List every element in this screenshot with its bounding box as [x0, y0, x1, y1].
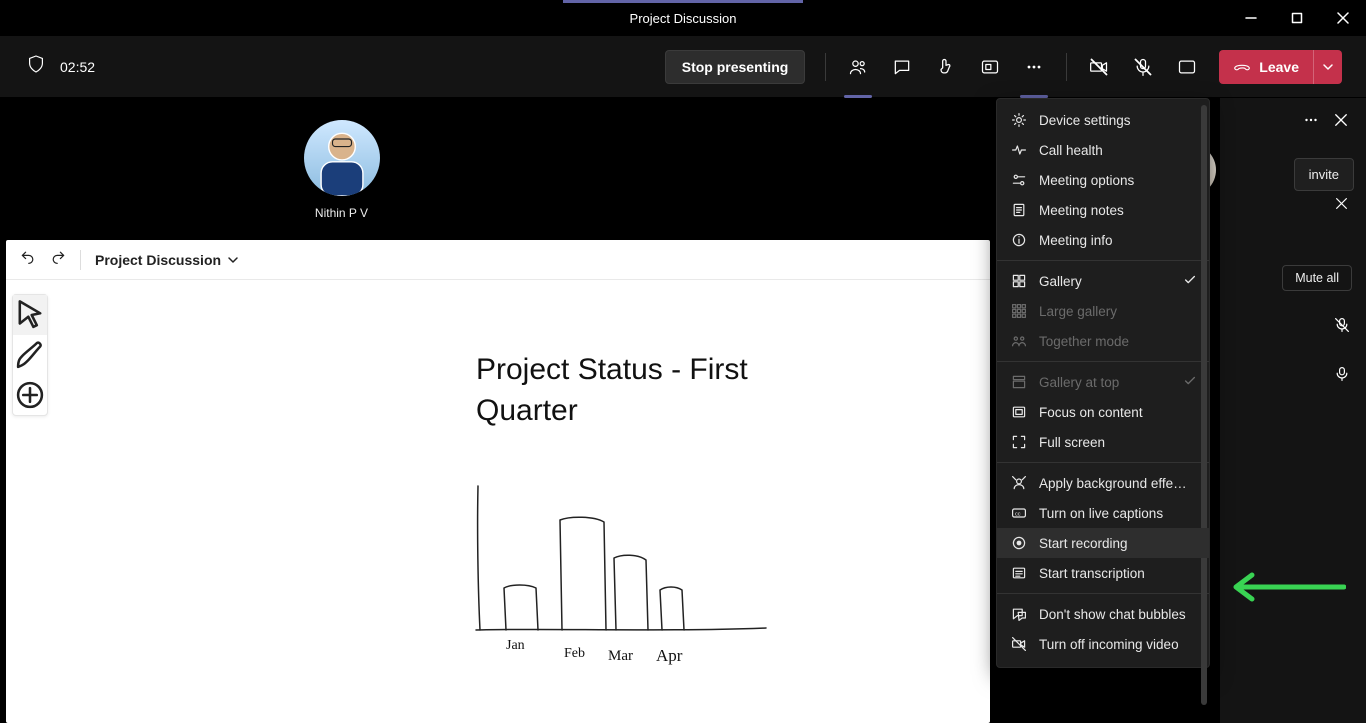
annotation-arrow [1226, 570, 1346, 609]
menu-separator [997, 361, 1209, 362]
whiteboard-pane: Project Discussion Project Status - Firs… [6, 240, 990, 723]
svg-text:cc: cc [1015, 511, 1021, 517]
menu-label: Start recording [1039, 536, 1128, 551]
menu-label: Gallery at top [1039, 375, 1119, 390]
menu-label: Focus on content [1039, 405, 1143, 420]
menu-together-mode: Together mode [997, 326, 1209, 356]
chart-label-feb: Feb [564, 646, 585, 662]
menu-label: Start transcription [1039, 566, 1145, 581]
menu-gallery-at-top: Gallery at top [997, 367, 1209, 397]
menu-meeting-info[interactable]: Meeting info [997, 225, 1209, 255]
menu-separator [997, 462, 1209, 463]
invite-close-icon[interactable] [1335, 197, 1348, 215]
menu-label: Apply background effe… [1039, 476, 1187, 491]
chat-icon[interactable] [880, 47, 924, 87]
menu-label: Large gallery [1039, 304, 1117, 319]
people-icon[interactable] [836, 47, 880, 87]
menu-separator [997, 593, 1209, 594]
window-controls [1228, 0, 1366, 36]
share-icon[interactable] [1165, 47, 1209, 87]
menu-label: Call health [1039, 143, 1103, 158]
avatar [304, 120, 380, 196]
stop-presenting-button[interactable]: Stop presenting [665, 50, 806, 84]
leave-button[interactable]: Leave [1219, 50, 1313, 84]
leave-label: Leave [1259, 59, 1299, 75]
menu-label: Turn on live captions [1039, 506, 1163, 521]
menu-start-recording[interactable]: Start recording [997, 528, 1209, 558]
menu-focus-on-content[interactable]: Focus on content [997, 397, 1209, 427]
menu-separator [997, 260, 1209, 261]
menu-gallery[interactable]: Gallery [997, 266, 1209, 296]
menu-meeting-notes[interactable]: Meeting notes [997, 195, 1209, 225]
more-actions-menu: Device settings Call health Meeting opti… [996, 98, 1210, 668]
camera-off-icon[interactable] [1077, 47, 1121, 87]
menu-label: Meeting options [1039, 173, 1134, 188]
shield-icon [28, 55, 44, 78]
menu-label: Turn off incoming video [1039, 637, 1179, 652]
panel-more-icon[interactable] [1302, 111, 1320, 134]
invite-label: invite [1309, 167, 1339, 182]
panel-close-icon[interactable] [1334, 113, 1348, 132]
whiteboard-toolbar: Project Discussion [6, 240, 990, 280]
check-icon [1183, 374, 1197, 391]
participant-name: Nithin P V [315, 206, 368, 220]
menu-label: Meeting notes [1039, 203, 1124, 218]
menu-incoming-video[interactable]: Turn off incoming video [997, 629, 1209, 659]
whiteboard-heading: Project Status - First Quarter [476, 350, 748, 431]
menu-chat-bubbles[interactable]: Don't show chat bubbles [997, 599, 1209, 629]
menu-live-captions[interactable]: cc Turn on live captions [997, 498, 1209, 528]
whiteboard-canvas[interactable]: Project Status - First Quarter Jan Feb M… [6, 280, 990, 723]
leave-caret-button[interactable] [1313, 50, 1342, 84]
more-actions-icon[interactable] [1012, 47, 1056, 87]
whiteboard-title[interactable]: Project Discussion [95, 252, 239, 268]
participant-mic-off-icon[interactable] [1334, 317, 1350, 338]
invite-button[interactable]: invite [1294, 158, 1354, 191]
mute-all-button[interactable]: Mute all [1282, 265, 1352, 291]
active-tab-indicator [563, 0, 803, 3]
participant-mic-on-icon[interactable] [1334, 366, 1350, 387]
menu-start-transcription[interactable]: Start transcription [997, 558, 1209, 588]
mute-all-label: Mute all [1295, 271, 1339, 285]
separator [825, 53, 826, 81]
menu-label: Together mode [1039, 334, 1129, 349]
undo-icon[interactable] [20, 249, 36, 270]
menu-meeting-options[interactable]: Meeting options [997, 165, 1209, 195]
reactions-icon[interactable] [924, 47, 968, 87]
rooms-icon[interactable] [968, 47, 1012, 87]
menu-device-settings[interactable]: Device settings [997, 105, 1209, 135]
menu-label: Full screen [1039, 435, 1105, 450]
title-bar: Project Discussion [0, 0, 1366, 36]
menu-label: Device settings [1039, 113, 1131, 128]
menu-full-screen[interactable]: Full screen [997, 427, 1209, 457]
chart-label-apr: Apr [656, 646, 682, 666]
menu-label: Don't show chat bubbles [1039, 607, 1186, 622]
window-title: Project Discussion [630, 11, 737, 26]
menu-label: Gallery [1039, 274, 1082, 289]
redo-icon[interactable] [50, 249, 66, 270]
chart-label-mar: Mar [608, 648, 633, 665]
menu-call-health[interactable]: Call health [997, 135, 1209, 165]
separator [1066, 53, 1067, 81]
participants-panel: invite Mute all [1220, 98, 1366, 723]
call-timer: 02:52 [60, 59, 95, 75]
menu-label: Meeting info [1039, 233, 1113, 248]
close-button[interactable] [1320, 0, 1366, 36]
menu-large-gallery: Large gallery [997, 296, 1209, 326]
minimize-button[interactable] [1228, 0, 1274, 36]
whiteboard-title-text: Project Discussion [95, 252, 221, 268]
participant-tile[interactable]: Nithin P V [0, 98, 683, 233]
maximize-button[interactable] [1274, 0, 1320, 36]
check-icon [1183, 273, 1197, 290]
chart-label-jan: Jan [506, 638, 525, 654]
menu-apply-background[interactable]: Apply background effe… [997, 468, 1209, 498]
call-toolbar: 02:52 Stop presenting Leave [0, 36, 1366, 98]
separator [80, 250, 81, 270]
mic-off-icon[interactable] [1121, 47, 1165, 87]
